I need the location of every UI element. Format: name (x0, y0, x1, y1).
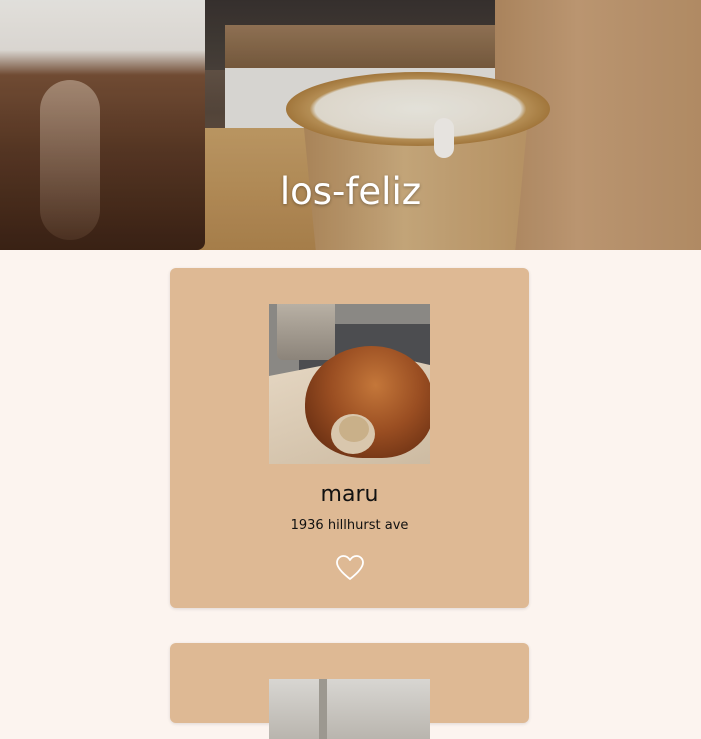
shop-photo[interactable] (269, 304, 430, 464)
hero-banner: los-feliz (0, 0, 701, 250)
shop-card[interactable] (170, 643, 529, 739)
shop-name: maru (320, 482, 379, 507)
shop-card[interactable]: maru 1936 hillhurst ave (170, 268, 529, 608)
page-title: los-feliz (279, 170, 422, 213)
shop-address: 1936 hillhurst ave (290, 518, 409, 533)
heart-outline-icon[interactable] (335, 554, 365, 582)
shop-photo[interactable] (269, 679, 430, 739)
